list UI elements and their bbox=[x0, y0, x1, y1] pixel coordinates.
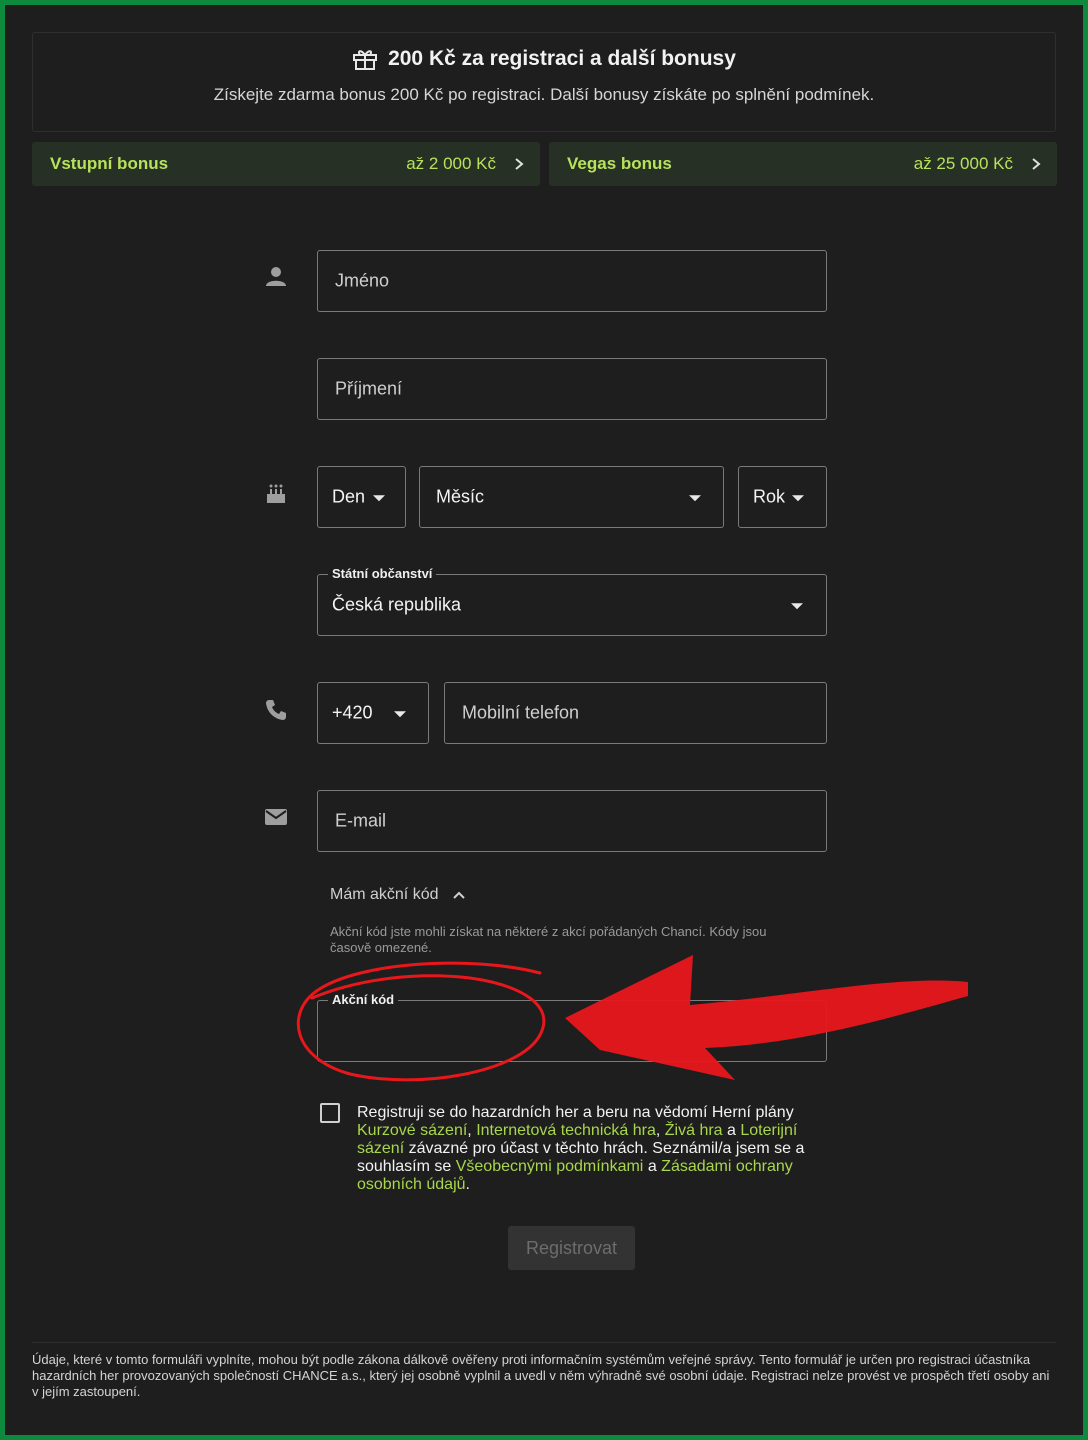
birth-day-select[interactable]: Den bbox=[317, 466, 406, 528]
terms-text-part: , bbox=[655, 1122, 661, 1139]
link-vseobecne-podminky[interactable]: Všeobecnými podmínkami bbox=[456, 1158, 644, 1175]
link-internetova-technicka-hra[interactable]: Internetová technická hra bbox=[476, 1122, 656, 1139]
terms-text: Registruji se do hazardních her a beru n… bbox=[357, 1104, 807, 1194]
chevron-down-icon bbox=[394, 711, 406, 718]
promo-code-hint: Akční kód jste mohli získat na některé z… bbox=[330, 924, 767, 955]
link-ziva-hra[interactable]: Živá hra bbox=[665, 1122, 723, 1139]
person-icon bbox=[266, 267, 286, 286]
bonus-amount: až 25 000 Kč bbox=[913, 154, 1013, 173]
promo-title-row: 200 Kč za registraci a další bonusy bbox=[33, 47, 1055, 71]
terms-text-part: a bbox=[727, 1122, 736, 1139]
email-field[interactable]: E-mail bbox=[317, 790, 827, 852]
birth-month-select[interactable]: Měsíc bbox=[419, 466, 724, 528]
promo-subtitle: Získejte zdarma bonus 200 Kč po registra… bbox=[213, 85, 875, 104]
birth-year-value: Rok bbox=[753, 486, 786, 507]
email-placeholder: E-mail bbox=[335, 810, 387, 831]
bonus-amount: až 2 000 Kč bbox=[406, 154, 496, 173]
chevron-down-icon bbox=[792, 495, 804, 502]
terms-text-part: , bbox=[467, 1122, 472, 1139]
link-kurzove-sazeni[interactable]: Kurzové sázení bbox=[357, 1122, 467, 1139]
citizenship-value: Česká republika bbox=[332, 594, 462, 615]
mail-icon bbox=[265, 809, 287, 825]
phone-prefix-select[interactable]: +420 bbox=[317, 682, 429, 744]
promo-code-label: Akční kód bbox=[328, 992, 399, 1007]
phone-icon bbox=[266, 700, 286, 720]
promo-banner: 200 Kč za registraci a další bonusy Získ… bbox=[32, 32, 1056, 132]
footer-disclaimer: Údaje, které v tomto formuláři vyplníte,… bbox=[32, 1352, 1050, 1399]
terms-text-part: . bbox=[465, 1176, 470, 1193]
gift-icon bbox=[353, 50, 378, 70]
cake-icon bbox=[267, 484, 285, 503]
terms-checkbox[interactable] bbox=[320, 1103, 340, 1123]
last-name-field[interactable]: Příjmení bbox=[317, 358, 827, 420]
terms-text-part: a bbox=[647, 1158, 657, 1175]
first-name-field[interactable]: Jméno bbox=[317, 250, 827, 312]
last-name-placeholder: Příjmení bbox=[335, 378, 403, 399]
bonus-vegas-button[interactable]: Vegas bonus až 25 000 Kč bbox=[549, 142, 1057, 186]
birth-day-value: Den bbox=[332, 486, 366, 507]
footer-divider bbox=[32, 1342, 1056, 1343]
citizenship-select[interactable]: Státní občanství Česká republika bbox=[317, 566, 827, 636]
mobile-phone-placeholder: Mobilní telefon bbox=[462, 702, 580, 723]
bonus-name: Vegas bonus bbox=[567, 154, 672, 173]
promo-title: 200 Kč za registraci a další bonusy bbox=[388, 47, 736, 70]
first-name-placeholder: Jméno bbox=[335, 270, 390, 291]
birth-month-value: Měsíc bbox=[436, 486, 485, 507]
bonus-entry-button[interactable]: Vstupní bonus až 2 000 Kč bbox=[32, 142, 540, 186]
promo-code-field[interactable]: Akční kód bbox=[317, 992, 827, 1062]
register-button[interactable]: Registrovat bbox=[508, 1226, 635, 1270]
bonus-name: Vstupní bonus bbox=[50, 154, 169, 173]
chevron-down-icon bbox=[791, 603, 803, 610]
citizenship-label: Státní občanství bbox=[328, 566, 437, 581]
terms-text-part: Registruji se do hazardních her a beru n… bbox=[357, 1104, 794, 1121]
birth-year-select[interactable]: Rok bbox=[738, 466, 827, 528]
promo-code-toggle[interactable]: Mám akční kód bbox=[330, 886, 466, 904]
mobile-phone-field[interactable]: Mobilní telefon bbox=[444, 682, 827, 744]
chevron-down-icon bbox=[689, 495, 701, 502]
chevron-right-icon bbox=[1032, 158, 1041, 170]
promo-code-toggle-label: Mám akční kód bbox=[330, 886, 439, 903]
chevron-down-icon bbox=[373, 495, 385, 502]
chevron-right-icon bbox=[515, 158, 524, 170]
chevron-up-icon bbox=[453, 891, 466, 899]
phone-prefix-value: +420 bbox=[332, 702, 373, 723]
